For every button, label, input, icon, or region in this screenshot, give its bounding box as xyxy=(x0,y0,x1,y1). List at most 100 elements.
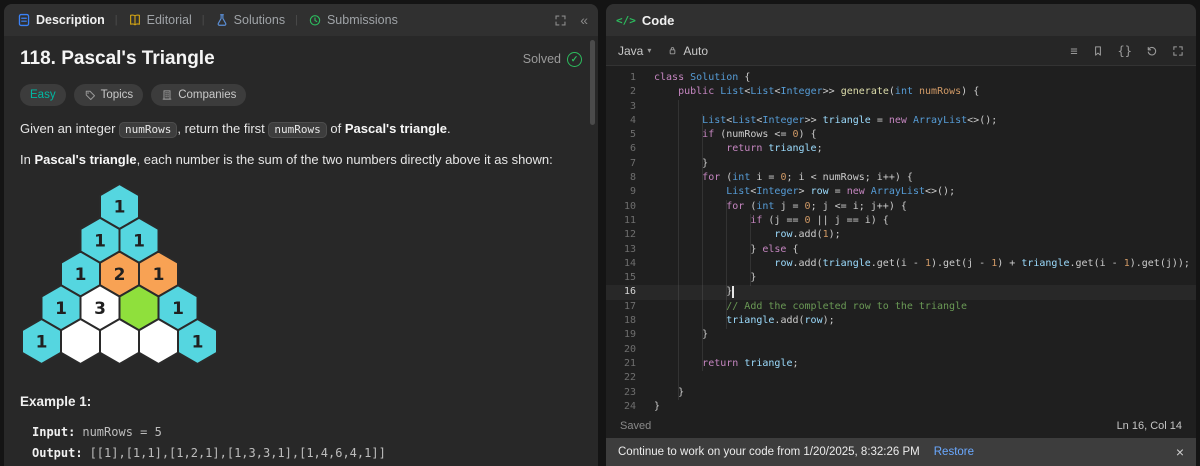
reset-code-icon[interactable] xyxy=(1146,45,1158,57)
line-number: 19 xyxy=(623,329,636,341)
tab-separator: | xyxy=(114,14,118,26)
pascal-triangle-svg: 11 11 2 11 3 11 1 xyxy=(21,182,218,365)
panel-resizer[interactable] xyxy=(598,4,606,462)
code-panel-header: </> Code xyxy=(606,4,1196,36)
line-number: 11 xyxy=(623,214,636,226)
bookmark-icon[interactable] xyxy=(1092,45,1104,57)
language-selector[interactable]: Java ▾ xyxy=(618,44,651,58)
code-line[interactable]: 18 triangle.add(row); xyxy=(606,314,1196,328)
line-number: 1 xyxy=(629,72,636,83)
line-number: 4 xyxy=(629,114,636,126)
code-line[interactable]: 7 } xyxy=(606,157,1196,171)
topics-badge[interactable]: Topics xyxy=(73,84,144,106)
editor-toolbar-icons: ≡ {} xyxy=(1070,45,1184,57)
code-line[interactable]: 16 } xyxy=(606,285,1196,300)
output-value: [[1],[1,1],[1,2,1],[1,3,3,1],[1,4,6,4,1]… xyxy=(89,445,386,460)
tab-submissions[interactable]: Submissions xyxy=(305,13,401,27)
tab-submissions-label: Submissions xyxy=(326,13,398,27)
code-line[interactable]: 20 xyxy=(606,343,1196,357)
line-number: 14 xyxy=(623,257,636,269)
code-line[interactable]: 24} xyxy=(606,400,1196,414)
code-line[interactable]: 10 for (int j = 0; j <= i; j++) { xyxy=(606,200,1196,214)
line-number: 9 xyxy=(629,186,636,198)
line-number: 10 xyxy=(623,200,636,212)
code-line[interactable]: 15 } xyxy=(606,271,1196,285)
code-line[interactable]: 19 } xyxy=(606,328,1196,342)
indent-guide xyxy=(678,100,679,400)
tab-separator: | xyxy=(295,14,298,26)
solved-status: Solved ✓ xyxy=(522,51,582,67)
code-tag-icon: </> xyxy=(616,13,636,27)
code-line[interactable]: 4 List<List<Integer>> triangle = new Arr… xyxy=(606,114,1196,128)
line-number: 24 xyxy=(623,400,636,412)
code-line[interactable]: 23 } xyxy=(606,386,1196,400)
solved-check-icon: ✓ xyxy=(567,51,582,67)
code-line[interactable]: 5 if (numRows <= 0) { xyxy=(606,128,1196,142)
input-value: numRows = 5 xyxy=(82,425,162,440)
example-label: Example 1: xyxy=(20,393,92,409)
line-number: 15 xyxy=(623,272,636,284)
solved-label: Solved xyxy=(522,52,561,66)
tab-editorial-label: Editorial xyxy=(146,13,192,27)
svg-text:1: 1 xyxy=(36,332,48,352)
code-line[interactable]: 8 for (int i = 0; i < numRows; i++) { xyxy=(606,171,1196,185)
svg-text:1: 1 xyxy=(133,231,145,251)
svg-text:1: 1 xyxy=(114,197,126,217)
left-panel-scrollbar[interactable] xyxy=(590,40,595,125)
badge-row: Easy Topics Companies xyxy=(20,84,582,106)
line-number: 17 xyxy=(623,300,636,312)
code-line[interactable]: 13 } else { xyxy=(606,243,1196,257)
line-number: 7 xyxy=(629,157,636,169)
code-line[interactable]: 3 xyxy=(606,100,1196,114)
tab-description-label: Description xyxy=(36,13,105,27)
tab-solutions[interactable]: Solutions xyxy=(212,13,288,27)
tab-description[interactable]: Description xyxy=(14,13,108,27)
braces-icon[interactable]: {} xyxy=(1118,45,1132,57)
line-number: 16 xyxy=(623,286,636,298)
code-tab-label[interactable]: Code xyxy=(642,13,675,28)
svg-text:3: 3 xyxy=(94,298,106,318)
input-label: Input: xyxy=(32,425,76,440)
collapse-panel-icon[interactable]: « xyxy=(580,13,588,27)
line-number: 2 xyxy=(629,86,636,98)
code-editor[interactable]: 1 class Solution {2 public List<List<Inte… xyxy=(606,66,1196,414)
tab-editorial[interactable]: Editorial xyxy=(125,13,195,27)
svg-text:1: 1 xyxy=(172,298,184,318)
restore-button[interactable]: Restore xyxy=(934,446,974,458)
svg-text:1: 1 xyxy=(94,231,106,251)
companies-badge[interactable]: Companies xyxy=(151,84,247,106)
code-line[interactable]: 14 row.add(triangle.get(i - 1).get(j - 1… xyxy=(606,257,1196,271)
auto-label: Auto xyxy=(683,43,709,58)
problem-paragraph-2: In Pascal's triangle, each number is the… xyxy=(20,151,553,167)
cursor-position[interactable]: Ln 16, Col 14 xyxy=(1117,420,1182,432)
line-number: 20 xyxy=(623,343,636,355)
code-line[interactable]: 2 public List<List<Integer>> generate(in… xyxy=(606,85,1196,99)
code-line[interactable]: 6 return triangle; xyxy=(606,142,1196,156)
close-notification-icon[interactable]: × xyxy=(1176,445,1184,459)
difficulty-badge[interactable]: Easy xyxy=(20,84,66,106)
code-line[interactable]: 17 // Add the completed row to the trian… xyxy=(606,300,1196,314)
indent-guide xyxy=(702,114,703,371)
code-line[interactable]: 21 return triangle; xyxy=(606,357,1196,371)
line-number: 21 xyxy=(623,357,636,369)
code-lines: 1 class Solution {2 public List<List<Inte… xyxy=(606,71,1196,414)
format-code-icon[interactable]: ≡ xyxy=(1070,45,1077,57)
editor-status-bar: Saved Ln 16, Col 14 xyxy=(606,414,1196,438)
line-number: 13 xyxy=(623,243,636,255)
code-line[interactable]: 9 List<Integer> row = new ArrayList<>(); xyxy=(606,185,1196,199)
line-number: 6 xyxy=(629,143,636,155)
auto-toggle[interactable]: Auto xyxy=(667,44,708,58)
line-number: 23 xyxy=(623,386,636,398)
code-line[interactable]: 1 class Solution { xyxy=(606,71,1196,85)
editor-toolbar: Java ▾ Auto ≡ {} xyxy=(606,36,1196,66)
expand-panel-icon[interactable] xyxy=(554,14,567,27)
line-number: 5 xyxy=(629,129,636,141)
line-number: 18 xyxy=(623,315,636,327)
code-line[interactable]: 22 xyxy=(606,371,1196,385)
code-line[interactable]: 12 row.add(1); xyxy=(606,228,1196,242)
svg-text:1: 1 xyxy=(192,332,204,352)
line-number: 22 xyxy=(623,372,636,384)
code-line[interactable]: 11 if (j == 0 || j == i) { xyxy=(606,214,1196,228)
fullscreen-icon[interactable] xyxy=(1172,45,1184,57)
svg-text:1: 1 xyxy=(75,265,87,285)
